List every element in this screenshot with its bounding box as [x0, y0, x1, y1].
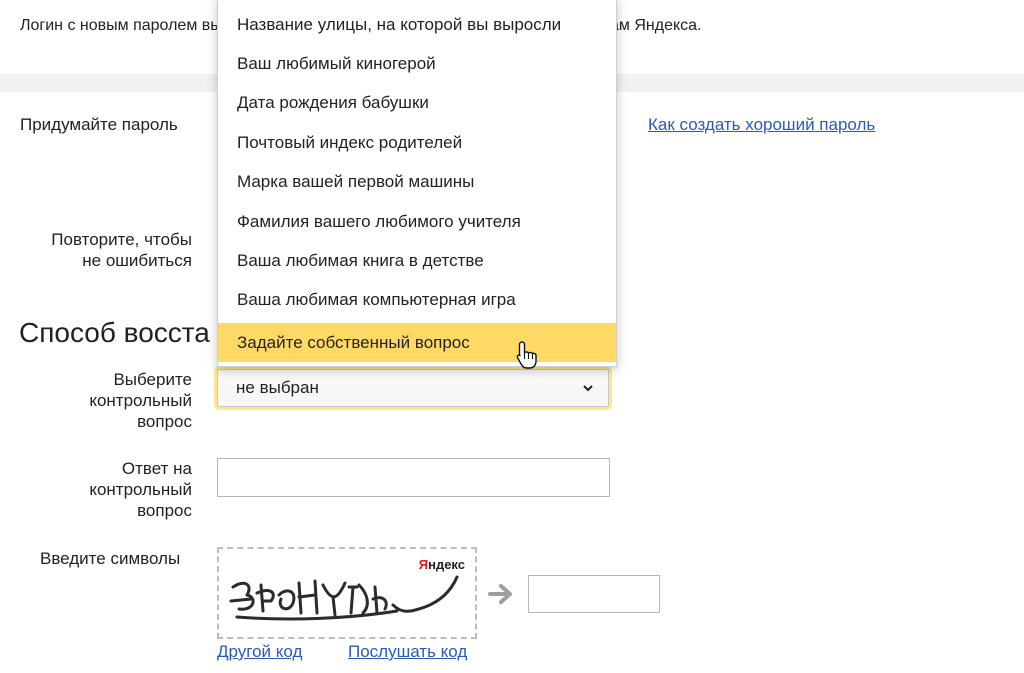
captcha-input[interactable]: [528, 575, 660, 613]
dropdown-option[interactable]: Дата рождения бабушки: [218, 83, 616, 122]
question-dropdown-list[interactable]: Название улицы, на которой вы выросли Ва…: [217, 0, 617, 367]
chevron-down-icon: [583, 385, 593, 392]
yandex-logo-first-letter: Я: [418, 557, 429, 572]
dropdown-option[interactable]: Фамилия вашего любимого учителя: [218, 202, 616, 241]
dropdown-option[interactable]: Ваш любимый киногерой: [218, 44, 616, 83]
question-label-line: Выберите: [113, 370, 192, 389]
password-label: Придумайте пароль: [20, 115, 178, 134]
dropdown-option[interactable]: Марка вашей первой машины: [218, 162, 616, 201]
hand-pointer-icon: [516, 341, 537, 369]
dropdown-option[interactable]: Ваша любимая книга в детстве: [218, 241, 616, 280]
repeat-label-line1: Повторите, чтобы: [51, 230, 192, 249]
dropdown-option[interactable]: Ваша любимая компьютерная игра: [218, 280, 616, 319]
answer-label-line: контрольный: [89, 480, 192, 499]
dropdown-option[interactable]: Почтовый индекс родителей: [218, 123, 616, 162]
notice-text-end: ам Яндекса.: [610, 17, 702, 34]
captcha-scribble-icon: [229, 575, 459, 621]
question-label-line: контрольный: [89, 391, 192, 410]
question-select-value: не выбран: [236, 378, 319, 397]
question-label-line: вопрос: [137, 412, 192, 431]
answer-input[interactable]: [217, 458, 610, 497]
repeat-password-label: Повторите, чтобы не ошибиться: [20, 229, 192, 271]
other-code-link[interactable]: Другой код: [217, 642, 302, 662]
notice-text-start: Логин с новым паролем вы: [20, 17, 222, 34]
question-label: Выберите контрольный вопрос: [20, 369, 192, 432]
dropdown-option-highlighted[interactable]: Задайте собственный вопрос: [218, 323, 616, 362]
password-help-link[interactable]: Как создать хороший пароль: [648, 115, 875, 135]
listen-code-link[interactable]: Послушать код: [348, 642, 467, 662]
question-select[interactable]: не выбран: [217, 369, 609, 407]
yandex-logo: Яндекс: [419, 557, 465, 572]
captcha-label: Введите символы: [40, 549, 181, 568]
captcha-image: Яндекс: [217, 547, 477, 639]
arrow-right-icon: [488, 584, 512, 604]
recovery-section-title: Способ восста: [19, 317, 210, 348]
repeat-label-line2: не ошибиться: [82, 251, 192, 270]
answer-label-line: вопрос: [137, 501, 192, 520]
answer-label-line: Ответ на: [121, 459, 192, 478]
answer-label: Ответ на контрольный вопрос: [20, 458, 192, 521]
yandex-logo-rest: ндекс: [428, 557, 465, 572]
dropdown-option[interactable]: Название улицы, на которой вы выросли: [218, 5, 616, 44]
